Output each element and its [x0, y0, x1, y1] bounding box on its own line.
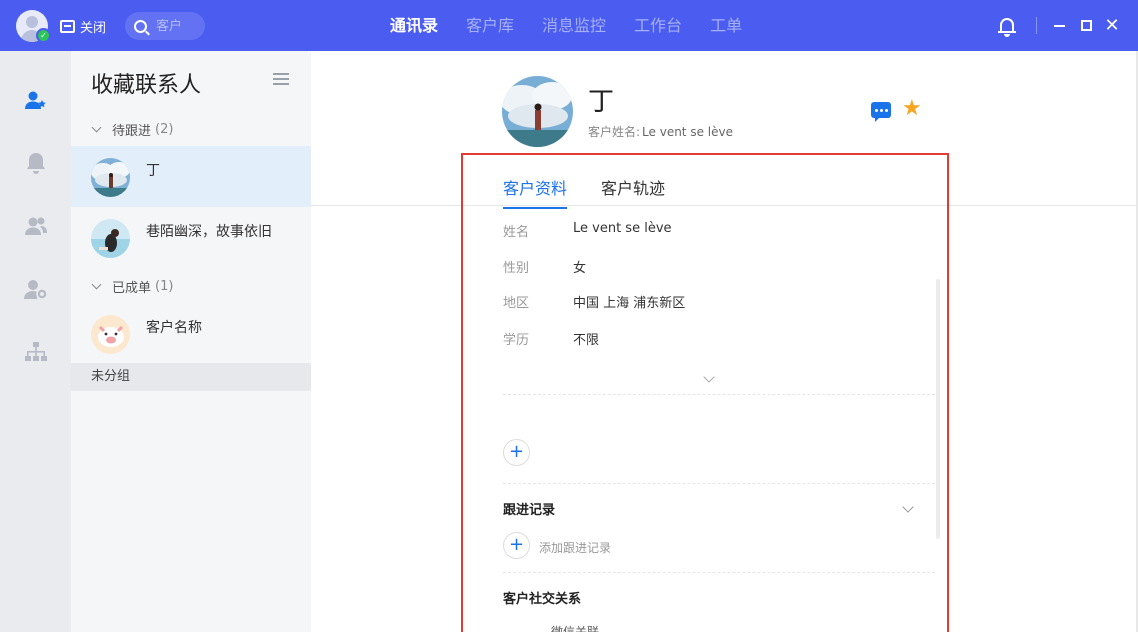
- close-window-button[interactable]: ✕: [1104, 0, 1120, 51]
- avatar: [91, 219, 130, 258]
- contact-item-ding[interactable]: 丁: [71, 146, 311, 207]
- top-bar: ✓ 关闭 通讯录 客户库 消息监控 工作台 工单 ✕: [0, 0, 1138, 51]
- chevron-down-icon: [91, 122, 102, 132]
- minimize-button[interactable]: [1052, 0, 1066, 51]
- nav-tab-tickets[interactable]: 工单: [710, 0, 742, 51]
- avatar: [91, 315, 130, 354]
- contact-item-customer-name[interactable]: 客户名称: [71, 303, 311, 364]
- highlight-box: [461, 153, 949, 632]
- nav-tab-customer-library[interactable]: 客户库: [466, 0, 514, 51]
- contact-name: 丁: [146, 163, 160, 179]
- group-count: (1): [155, 278, 174, 294]
- customer-name: 丁: [588, 87, 615, 117]
- org-structure-icon[interactable]: [24, 340, 48, 364]
- avatar: [91, 158, 130, 197]
- group-count: (2): [155, 121, 174, 137]
- subtitle-label: 客户姓名:: [588, 125, 641, 139]
- customer-avatar: [502, 76, 573, 147]
- contact-item-alley[interactable]: 巷陌幽深，故事依旧: [71, 207, 311, 268]
- nav-tab-workbench[interactable]: 工作台: [634, 0, 682, 51]
- toolbar-divider: [1036, 17, 1037, 34]
- favorite-contacts-icon[interactable]: [24, 88, 48, 112]
- menu-icon[interactable]: [273, 73, 289, 86]
- contact-list-panel: 收藏联系人 待跟进 (2) 丁 巷陌幽深，故事依旧 已成单 (1) 客户名称 未…: [71, 51, 311, 632]
- main-nav: 通讯录 客户库 消息监控 工作台 工单: [390, 0, 770, 51]
- subtitle-value: Le vent se lève: [642, 125, 733, 139]
- online-status-icon: ✓: [36, 28, 51, 43]
- search-icon: [134, 19, 147, 33]
- bell-icon[interactable]: [24, 151, 48, 175]
- notification-bell-icon[interactable]: [996, 0, 1018, 51]
- close-button-label: 关闭: [80, 20, 107, 36]
- group-label: 已成单: [112, 280, 152, 296]
- customer-service-icon[interactable]: [24, 277, 48, 301]
- nav-tab-message-monitor[interactable]: 消息监控: [542, 0, 606, 51]
- close-button[interactable]: 关闭: [60, 17, 107, 36]
- search-box[interactable]: [125, 12, 205, 40]
- chat-icon[interactable]: [871, 102, 891, 122]
- customer-subtitle: 客户姓名: Le vent se lève: [588, 123, 733, 140]
- list-title: 收藏联系人: [91, 73, 202, 98]
- message-icon: [60, 19, 75, 33]
- favorite-star-icon[interactable]: ★: [902, 98, 922, 120]
- group-header-ungrouped[interactable]: 未分组: [71, 363, 311, 391]
- nav-tab-contacts[interactable]: 通讯录: [390, 0, 438, 51]
- group-header-pending[interactable]: 待跟进 (2): [91, 119, 173, 139]
- contact-name: 客户名称: [146, 320, 202, 336]
- left-icon-rail: [0, 51, 71, 632]
- group-header-closed[interactable]: 已成单 (1): [91, 276, 173, 296]
- search-input[interactable]: [156, 18, 196, 34]
- chevron-down-icon: [91, 279, 102, 289]
- maximize-button[interactable]: [1079, 0, 1093, 51]
- contact-name: 巷陌幽深，故事依旧: [146, 224, 272, 240]
- group-label: 待跟进: [112, 123, 152, 139]
- contacts-group-icon[interactable]: [24, 214, 48, 238]
